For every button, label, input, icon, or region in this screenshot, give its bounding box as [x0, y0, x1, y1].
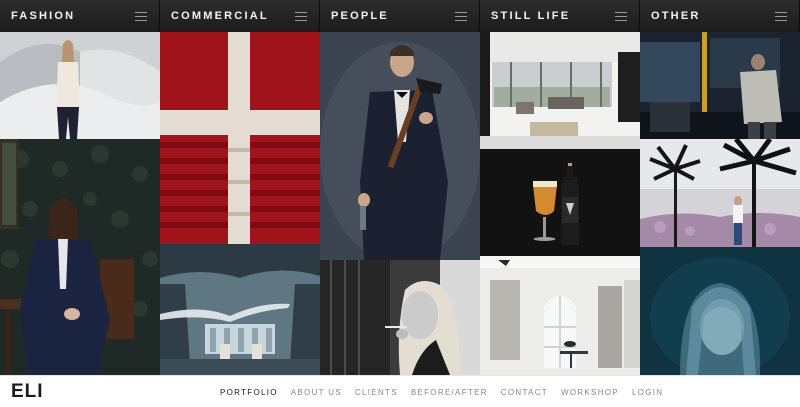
site-footer: ELI PORTFOLIO ABOUT US CLIENTS BEFORE/AF…: [0, 375, 800, 407]
photo-tile-other-tram-passenger[interactable]: [640, 32, 800, 139]
hamburger-menu-icon[interactable]: [615, 11, 627, 21]
column-title: COMMERCIAL: [171, 10, 269, 22]
hamburger-menu-icon[interactable]: [455, 11, 467, 21]
column-other: OTHER: [640, 0, 800, 375]
nav-link-clients[interactable]: CLIENTS: [355, 388, 398, 397]
column-title: FASHION: [11, 10, 76, 22]
site-logo[interactable]: ELI: [11, 381, 44, 403]
column-header-still-life[interactable]: STILL LIFE: [480, 0, 640, 32]
photo-tile-people-blonde-woman-bw[interactable]: [320, 260, 480, 375]
hamburger-menu-icon[interactable]: [775, 11, 787, 21]
photo-tile-still-life-beer-glass-bottle[interactable]: [480, 149, 640, 256]
main-navigation: PORTFOLIO ABOUT US CLIENTS BEFORE/AFTER …: [220, 388, 676, 397]
column-title: OTHER: [651, 10, 701, 22]
column-commercial: COMMERCIAL: [160, 0, 320, 375]
hamburger-menu-icon[interactable]: [295, 11, 307, 21]
nav-link-contact[interactable]: CONTACT: [501, 388, 548, 397]
photo-tile-commercial-danish-flag[interactable]: [160, 32, 320, 244]
photo-tile-fashion-model-white-top[interactable]: [0, 32, 160, 139]
nav-link-about-us[interactable]: ABOUT US: [291, 388, 342, 397]
nav-link-portfolio[interactable]: PORTFOLIO: [220, 388, 278, 397]
hamburger-menu-icon[interactable]: [135, 11, 147, 21]
photo-tile-fashion-model-navy-suit[interactable]: [0, 139, 160, 375]
photo-tile-commercial-underwater-swimmer[interactable]: [160, 244, 320, 375]
column-header-fashion[interactable]: FASHION: [0, 0, 160, 32]
column-title: PEOPLE: [331, 10, 389, 22]
column-people: PEOPLE: [320, 0, 480, 375]
nav-link-before-after[interactable]: BEFORE/AFTER: [411, 388, 488, 397]
column-header-other[interactable]: OTHER: [640, 0, 800, 32]
photo-tile-other-palm-trees-tropical[interactable]: [640, 139, 800, 247]
photo-tile-still-life-modern-living-room[interactable]: [480, 32, 640, 149]
photo-tile-people-man-with-axe[interactable]: [320, 32, 480, 260]
column-still-life: STILL LIFE: [480, 0, 640, 375]
column-header-people[interactable]: PEOPLE: [320, 0, 480, 32]
column-header-commercial[interactable]: COMMERCIAL: [160, 0, 320, 32]
column-fashion: FASHION: [0, 0, 160, 375]
nav-link-login[interactable]: LOGIN: [632, 388, 663, 397]
nav-link-workshop[interactable]: WORKSHOP: [561, 388, 619, 397]
photo-tile-other-blurred-blue-portrait[interactable]: [640, 247, 800, 375]
photo-tile-still-life-white-room-interior[interactable]: [480, 256, 640, 375]
portfolio-gallery: FASHION COMMERCIAL PEOPLE STILL LIFE OTH…: [0, 0, 800, 375]
column-title: STILL LIFE: [491, 10, 571, 22]
